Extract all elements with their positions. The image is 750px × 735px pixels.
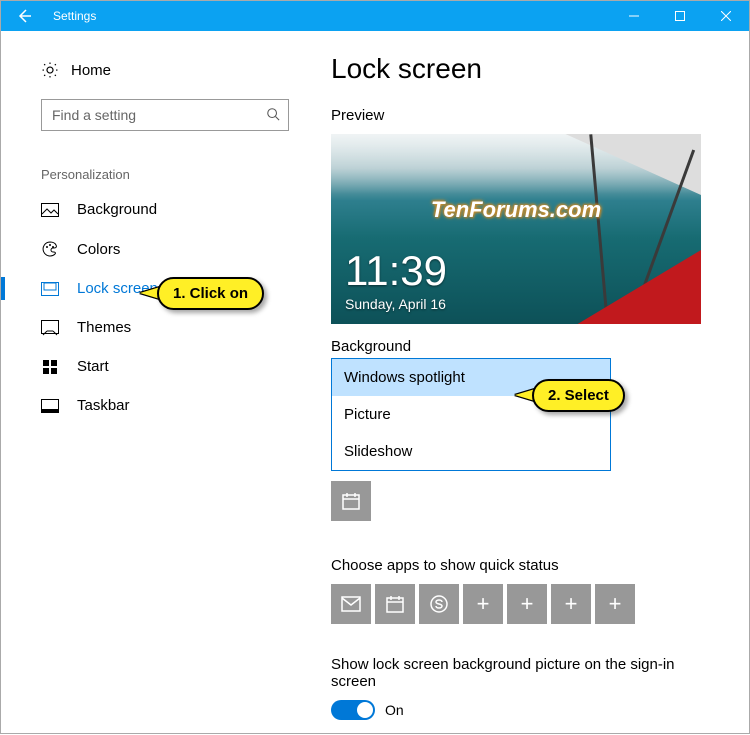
sidebar: Home Personalization Background Colors L… [1,31,311,735]
signin-picture-toggle[interactable] [331,700,375,720]
search-icon [266,107,280,124]
picture-icon [41,203,59,217]
lock-screen-icon [41,282,59,296]
minimize-button[interactable] [611,1,657,31]
themes-icon [41,320,59,336]
sidebar-item-start[interactable]: Start [1,347,311,386]
sidebar-item-background[interactable]: Background [1,190,311,229]
sidebar-item-taskbar[interactable]: Taskbar [1,386,311,425]
mail-icon [341,596,361,612]
titlebar: Settings [1,1,749,31]
home-label: Home [71,62,111,79]
choose-apps-label: Choose apps to show quick status [331,557,719,574]
search-input[interactable] [50,106,266,124]
callout-2: 2. Select [532,379,625,412]
maximize-button[interactable] [657,1,703,31]
callout-1: 1. Click on [157,277,264,310]
taskbar-icon [41,399,59,413]
home-nav[interactable]: Home [1,53,311,87]
lock-screen-preview: TenForums.com 11:39 Sunday, April 16 [331,134,701,324]
quick-status-mail[interactable] [331,584,371,624]
back-button[interactable] [1,1,47,31]
page-title: Lock screen [331,53,719,85]
close-button[interactable] [703,1,749,31]
calendar-icon [341,491,361,511]
close-icon [721,11,731,21]
watermark: TenForums.com [431,197,601,223]
dropdown-option-slideshow[interactable]: Slideshow [332,433,610,470]
maximize-icon [675,11,685,21]
background-label: Background [331,338,719,355]
plus-icon: + [609,591,622,617]
quick-status-add-4[interactable]: + [595,584,635,624]
plus-icon: + [565,591,578,617]
sidebar-item-themes[interactable]: Themes [1,308,311,347]
gear-icon [41,61,59,79]
start-icon [41,359,59,375]
quick-status-add-2[interactable]: + [507,584,547,624]
palette-icon [41,240,59,258]
category-header: Personalization [41,167,289,182]
skype-icon [429,594,449,614]
plus-icon: + [477,591,490,617]
minimize-icon [629,11,639,21]
arrow-left-icon [16,8,32,24]
signin-picture-label: Show lock screen background picture on t… [331,656,719,690]
sidebar-item-label: Taskbar [77,397,130,414]
sidebar-item-label: Start [77,358,109,375]
quick-status-skype[interactable] [419,584,459,624]
sidebar-item-colors[interactable]: Colors [1,229,311,269]
quick-status-add-1[interactable]: + [463,584,503,624]
quick-status-calendar[interactable] [375,584,415,624]
sidebar-item-label: Background [77,201,157,218]
sidebar-item-label: Themes [77,319,131,336]
preview-date: Sunday, April 16 [345,296,447,312]
background-dropdown[interactable]: Windows spotlight Picture Slideshow [331,358,611,471]
preview-label: Preview [331,107,719,124]
sidebar-item-label: Colors [77,241,120,258]
search-box[interactable] [41,99,289,131]
calendar-app-button[interactable] [331,481,371,521]
quick-status-add-3[interactable]: + [551,584,591,624]
calendar-icon [386,595,404,613]
preview-time: 11:39 [345,250,447,292]
plus-icon: + [521,591,534,617]
window-title: Settings [47,9,96,23]
main-pane: Lock screen Preview TenForums.com 11:39 … [311,31,749,735]
toggle-state: On [385,702,404,718]
